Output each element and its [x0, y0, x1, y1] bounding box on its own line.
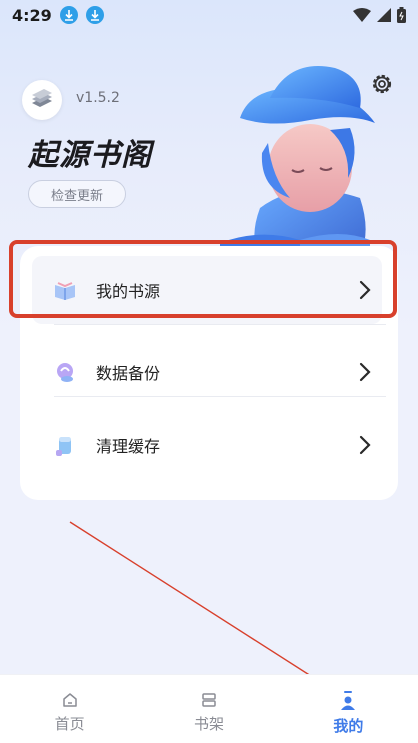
chevron-right-icon [359, 435, 371, 455]
app-title: 起源书阁 [28, 138, 152, 173]
user-icon [341, 691, 356, 710]
backup-icon [57, 363, 73, 382]
app-logo [22, 80, 62, 120]
signal-icon [377, 8, 391, 22]
tab-label: 首页 [54, 715, 85, 733]
tab-mine[interactable]: 我的 [279, 675, 418, 743]
menu-item-clear-cache[interactable]: 清理缓存 [32, 411, 382, 479]
status-time: 4:29 [12, 5, 52, 25]
tab-home[interactable]: 首页 [0, 675, 139, 743]
bottom-tab-bar: 首页 书架 我的 [0, 674, 418, 743]
check-update-button[interactable]: 检查更新 [28, 180, 126, 208]
highlight-annotation-box [9, 240, 397, 318]
cache-icon [56, 437, 71, 456]
wifi-icon [353, 8, 371, 22]
settings-gear-icon[interactable] [368, 70, 396, 98]
download-icon [85, 6, 104, 24]
tab-bookshelf[interactable]: 书架 [139, 675, 278, 743]
menu-item-label: 清理缓存 [96, 437, 161, 456]
download-icon [59, 6, 78, 24]
divider [54, 324, 386, 325]
bookshelf-icon [202, 693, 216, 707]
app-version: v1.5.2 [76, 90, 120, 106]
status-bar: 4:29 [0, 0, 418, 30]
battery-icon [397, 7, 406, 23]
divider [54, 396, 386, 397]
tab-label: 书架 [193, 715, 224, 733]
tab-label: 我的 [333, 717, 364, 735]
home-icon [62, 693, 77, 707]
chevron-right-icon [359, 362, 371, 382]
menu-item-label: 数据备份 [96, 364, 161, 383]
profile-header: v1.5.2 起源书阁 检查更新 [0, 30, 418, 270]
